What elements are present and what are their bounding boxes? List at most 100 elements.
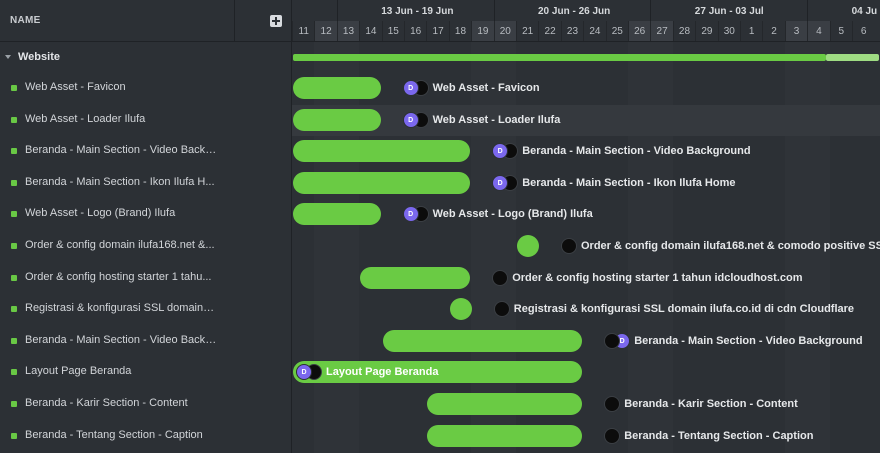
- plus-square-icon[interactable]: [270, 15, 282, 27]
- task-name: Registrasi & konfigurasi SSL domain il..…: [25, 302, 217, 315]
- task-bar[interactable]: [427, 393, 583, 415]
- task-bar[interactable]: [360, 266, 471, 289]
- assignee-avatar-d[interactable]: D: [402, 206, 419, 223]
- task-status-dot: [11, 116, 17, 123]
- task-bar-label: Beranda - Karir Section - Content: [624, 398, 798, 410]
- task-status-dot: [11, 85, 17, 91]
- task-row[interactable]: Beranda - Main Section - Video Backg...: [0, 136, 291, 168]
- day-cell: 21: [516, 21, 538, 42]
- day-cell: 16: [404, 21, 426, 42]
- assignee-avatar-photo[interactable]: [604, 396, 621, 412]
- gantt-view: NAME Website Web Asset - Favicon Web Asset…: [0, 0, 880, 453]
- task-bar[interactable]: [293, 171, 471, 194]
- task-row[interactable]: Registrasi & konfigurasi SSL domain il..…: [0, 294, 291, 326]
- task-status-dot: [11, 274, 17, 281]
- task-bar-label: Order & config hosting starter 1 tahun i…: [512, 271, 803, 284]
- task-status-dot: [11, 211, 17, 218]
- task-bar-label: Web Asset - Loader Ilufa: [432, 113, 561, 126]
- task-bar-label: Web Asset - Favicon: [432, 82, 540, 94]
- assignee-avatar-photo[interactable]: [604, 332, 621, 349]
- day-cell: 22: [538, 21, 560, 42]
- day-cell: 4: [807, 21, 830, 42]
- day-cell: 12: [314, 21, 337, 42]
- group-row-website[interactable]: Website: [0, 42, 291, 73]
- day-cell: 1: [740, 21, 762, 42]
- group-progress-remaining: [826, 54, 879, 61]
- day-cell: 3: [784, 21, 808, 42]
- task-name: Beranda - Karir Section - Content: [25, 397, 188, 409]
- task-name: Beranda - Main Section - Video Backg...: [25, 144, 217, 157]
- task-bar-label: Web Asset - Logo (Brand) Ilufa: [432, 208, 593, 221]
- task-bar[interactable]: [427, 424, 583, 447]
- week-header-row: 13 Jun - 19 Jun 20 Jun - 26 Jun 27 Jun - 0…: [292, 0, 880, 21]
- task-name: Web Asset - Logo (Brand) Ilufa: [25, 207, 176, 220]
- task-status-dot: [11, 306, 17, 313]
- task-row[interactable]: Web Asset - Loader Ilufa: [0, 105, 291, 137]
- assignee-avatar-d[interactable]: D: [492, 174, 509, 191]
- assignee-avatar-photo[interactable]: [493, 301, 510, 318]
- task-row[interactable]: Beranda - Main Section - Ikon Ilufa H...: [0, 168, 291, 200]
- task-status-dot: [11, 243, 17, 249]
- group-name: Website: [18, 51, 60, 63]
- assignee-avatar-photo[interactable]: [561, 238, 577, 254]
- week-label: 04 Ju: [851, 6, 878, 17]
- task-row[interactable]: Beranda - Tentang Section - Caption: [0, 421, 291, 453]
- timeline-panel: 13 Jun - 19 Jun 20 Jun - 26 Jun 27 Jun - 0…: [292, 0, 880, 453]
- task-status-dot: [11, 148, 17, 155]
- day-cell: 5: [829, 21, 852, 42]
- day-cell: 26: [628, 21, 651, 42]
- task-row[interactable]: Beranda - Main Section - Video Backg...: [0, 326, 291, 358]
- task-bar-label: Beranda - Main Section - Video Backgroun…: [522, 145, 751, 158]
- day-cell: 17: [426, 21, 448, 42]
- column-resize-handle[interactable]: [234, 0, 235, 42]
- task-bar[interactable]: [449, 298, 472, 321]
- week-separator: [336, 0, 338, 21]
- day-cell: 2: [762, 21, 784, 42]
- task-status-dot: [11, 179, 17, 186]
- day-cell: 11: [292, 21, 314, 42]
- task-bar[interactable]: [293, 77, 381, 99]
- task-row[interactable]: Beranda - Karir Section - Content: [0, 389, 291, 421]
- day-cell: 23: [560, 21, 583, 42]
- task-bar-label: Registrasi & konfigurasi SSL domain iluf…: [513, 303, 855, 316]
- assignee-avatar-d[interactable]: D: [402, 80, 419, 96]
- task-row[interactable]: Web Asset - Favicon: [0, 73, 291, 105]
- task-list-header: NAME: [0, 0, 291, 42]
- day-cell: 13: [336, 21, 360, 42]
- task-bar[interactable]: [293, 108, 381, 131]
- task-status-dot: [11, 369, 17, 376]
- task-list-panel: NAME Website Web Asset - Favicon Web Asset…: [0, 0, 292, 453]
- task-row[interactable]: Web Asset - Logo (Brand) Ilufa: [0, 199, 291, 231]
- day-cell: 27: [650, 21, 673, 42]
- task-name: Beranda - Main Section - Video Backg...: [25, 333, 217, 346]
- task-name: Beranda - Tentang Section - Caption: [25, 428, 203, 441]
- day-cell: 18: [448, 21, 471, 42]
- task-row[interactable]: Order & config domain ilufa168.net &...: [0, 231, 291, 263]
- week-separator: [493, 0, 495, 21]
- task-name: Web Asset - Favicon: [25, 81, 126, 93]
- task-bar[interactable]: [382, 329, 583, 352]
- task-bar-label: Beranda - Main Section - Ikon Ilufa Home: [522, 176, 736, 189]
- day-cell: 15: [381, 21, 404, 42]
- task-bar[interactable]: [293, 140, 471, 163]
- task-bar-label: Layout Page Beranda: [326, 366, 439, 379]
- task-status-dot: [11, 401, 17, 407]
- day-cell: 20: [493, 21, 516, 42]
- week-label: 20 Jun - 26 Jun: [538, 6, 611, 17]
- day-cell: 6: [852, 21, 874, 42]
- caret-down-icon[interactable]: [5, 55, 11, 59]
- assignee-avatar-photo[interactable]: [492, 269, 509, 286]
- name-column-title: NAME: [10, 15, 41, 26]
- task-bar[interactable]: [517, 235, 539, 257]
- assignee-avatar-d[interactable]: D: [402, 111, 419, 128]
- task-bar[interactable]: [293, 203, 381, 226]
- task-row[interactable]: Order & config hosting starter 1 tahu...: [0, 263, 291, 295]
- task-name: Beranda - Main Section - Ikon Ilufa H...: [25, 175, 215, 188]
- day-cell: 19: [471, 21, 494, 42]
- week-label: 13 Jun - 19 Jun: [381, 6, 454, 17]
- assignee-avatar-photo[interactable]: [604, 427, 621, 444]
- task-row[interactable]: Layout Page Beranda: [0, 357, 291, 389]
- day-cell: 29: [695, 21, 717, 42]
- task-bar-label: Beranda - Tentang Section - Caption: [624, 429, 814, 442]
- task-name: Layout Page Beranda: [25, 365, 132, 378]
